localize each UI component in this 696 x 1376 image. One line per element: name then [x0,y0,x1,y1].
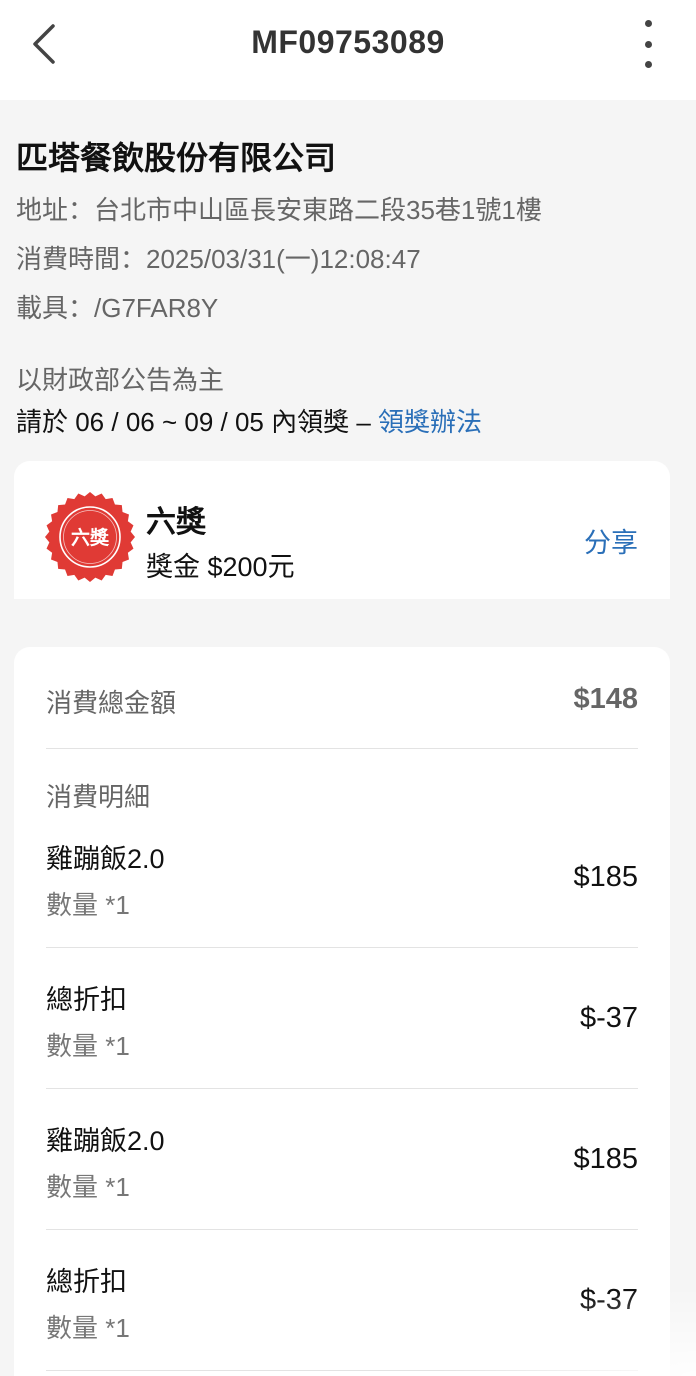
notice-text: 以財政部公告為主 [16,365,225,395]
total-label: 消費總金額 [46,688,177,718]
list-item: 雞蹦飯2.0 數量 *1 $185 [46,807,638,948]
detail-card: 消費總金額 $148 消費明細 雞蹦飯2.0 數量 *1 $185 總折扣 數量… [14,647,670,1376]
item-price: $185 [573,1143,638,1175]
more-button[interactable] [636,20,660,68]
list-item: 總折扣 數量 *1 $-37 [46,1230,638,1371]
item-price: $185 [573,861,638,893]
total-value: $148 [573,683,638,715]
item-name: 雞蹦飯2.0 [46,1126,165,1156]
claim-period-text: 請於 06 / 06 ~ 09 / 05 內領獎 – [16,407,379,437]
page-title: MF09753089 [251,24,445,60]
invoice-info: 匹塔餐飲股份有限公司 地址：台北市中山區長安東路二段35巷1號1樓 消費時間：2… [16,136,680,326]
item-qty: 數量 *1 [46,1031,130,1061]
item-price: $-37 [579,1002,638,1034]
list-item: 總折扣 數量 *1 $-37 [46,948,638,1089]
item-name: 雞蹦飯2.0 [46,844,165,874]
list-item: 雞蹦飯2.0 數量 *1 $185 [46,1089,638,1230]
carrier-id: 載具：/G7FAR8Y [16,293,219,323]
item-qty: 數量 *1 [46,1172,130,1202]
more-dot [644,40,652,48]
badge-label: 六獎 [71,526,110,549]
total-row: 消費總金額 $148 [46,647,638,749]
more-dot [644,61,652,68]
more-vertical-icon [644,20,652,27]
item-name: 總折扣 [46,1267,127,1297]
share-button[interactable]: 分享 [584,521,638,560]
prize-amount: 獎金 $200元 [146,552,295,582]
item-name: 總折扣 [46,985,127,1015]
top-bar: MF09753089 [0,0,696,100]
item-qty: 數量 *1 [46,890,130,920]
prize-seal-icon: 六獎 [45,492,135,582]
claim-rules-link[interactable]: 領獎辦法 [378,407,482,437]
merchant-name: 匹塔餐飲股份有限公司 [16,140,337,176]
claim-notice: 以財政部公告為主 請於 06 / 06 ~ 09 / 05 內領獎 – 領獎辦法 [16,362,680,440]
merchant-address: 地址：台北市中山區長安東路二段35巷1號1樓 [16,195,542,225]
prize-card: 六獎 六獎 獎金 $200元 分享 [14,461,670,599]
claim-period: 請於 06 / 06 ~ 09 / 05 內領獎 – 領獎辦法 [16,404,680,440]
item-price: $-37 [579,1284,638,1316]
prize-name: 六獎 [146,506,206,539]
item-qty: 數量 *1 [46,1313,130,1343]
purchase-time: 消費時間：2025/03/31(一)12:08:47 [16,244,421,274]
